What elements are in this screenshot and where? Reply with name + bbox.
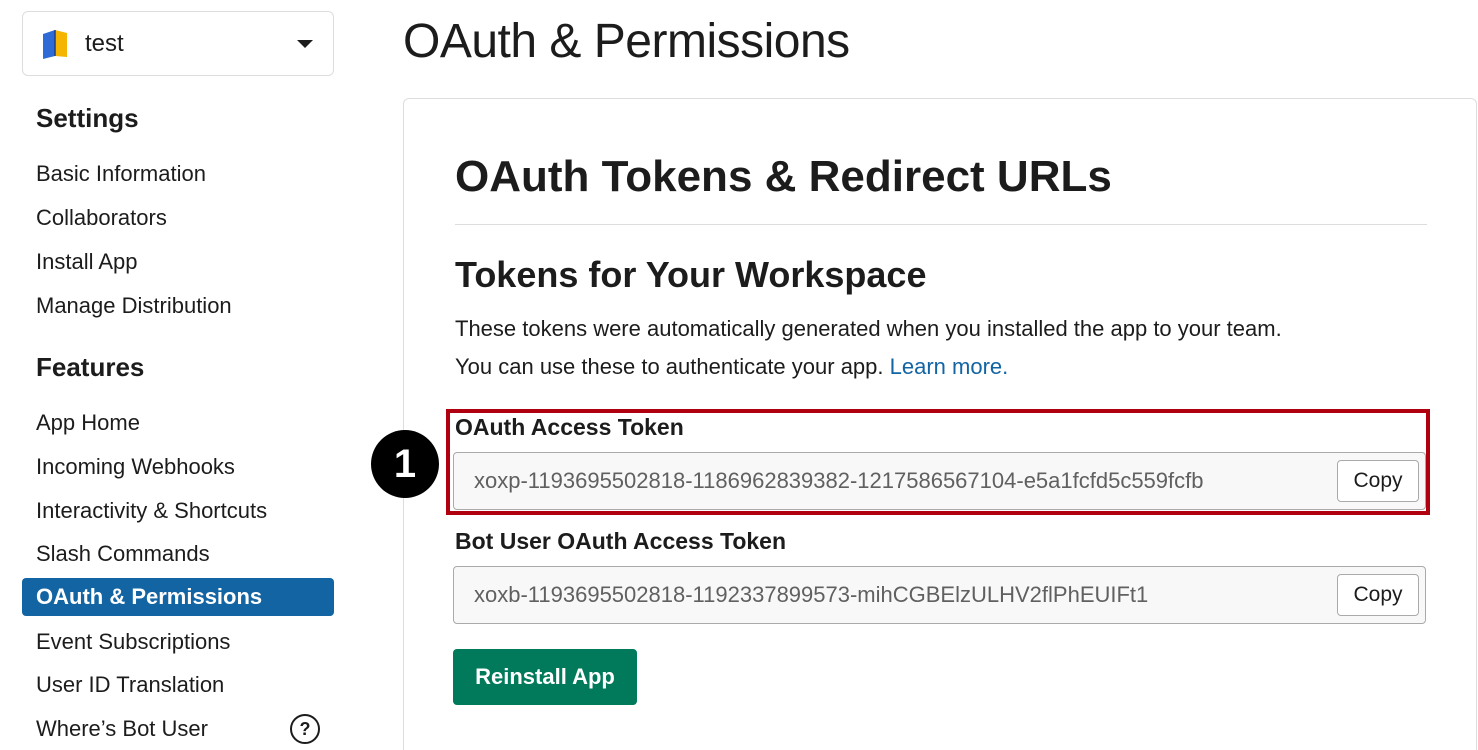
sidebar-item-incoming-webhooks[interactable]: Incoming Webhooks (22, 448, 334, 486)
features-heading: Features (36, 352, 145, 382)
sidebar-item-user-id-translation[interactable]: User ID Translation (22, 666, 334, 704)
settings-heading: Settings (36, 103, 139, 133)
sidebar-item-app-home[interactable]: App Home (22, 404, 334, 442)
sidebar-item-basic-information[interactable]: Basic Information (22, 155, 334, 193)
book-app-icon (43, 29, 67, 59)
bot-token-label: Bot User OAuth Access Token (455, 528, 787, 554)
bot-token-value[interactable]: xoxb-1193695502818-1192337899573-mihCGBE… (474, 567, 1338, 623)
sidebar-item-event-subscriptions[interactable]: Event Subscriptions (22, 623, 334, 661)
page-title: OAuth & Permissions (403, 15, 850, 68)
learn-more-link[interactable]: Learn more. (890, 354, 1009, 379)
sidebar-item-interactivity-shortcuts[interactable]: Interactivity & Shortcuts (22, 492, 334, 530)
copy-bot-token-button[interactable]: Copy (1337, 574, 1419, 616)
sidebar-item-slash-commands[interactable]: Slash Commands (22, 535, 334, 573)
section-title: OAuth Tokens & Redirect URLs (455, 152, 1112, 201)
tokens-subtitle: Tokens for Your Workspace (455, 254, 927, 295)
app-switcher[interactable]: test (22, 11, 334, 76)
oauth-token-field[interactable]: xoxp-1193695502818-1186962839382-1217586… (453, 452, 1426, 510)
description-line-1: These tokens were automatically generate… (455, 316, 1282, 341)
description-line-2: You can use these to authenticate your a… (455, 354, 884, 379)
bot-token-field[interactable]: xoxb-1193695502818-1192337899573-mihCGBE… (453, 566, 1426, 624)
question-circle-icon[interactable]: ? (290, 714, 320, 744)
tokens-description: These tokens were automatically generate… (455, 310, 1435, 386)
app-name: test (85, 29, 124, 57)
reinstall-app-button[interactable]: Reinstall App (453, 649, 637, 705)
oauth-token-value[interactable]: xoxp-1193695502818-1186962839382-1217586… (474, 453, 1338, 509)
sidebar-item-oauth-permissions[interactable]: OAuth & Permissions (22, 578, 334, 616)
divider (455, 224, 1427, 225)
chevron-down-icon[interactable] (297, 39, 313, 48)
sidebar-item-install-app[interactable]: Install App (22, 243, 334, 281)
copy-oauth-token-button[interactable]: Copy (1337, 460, 1419, 502)
sidebar-item-manage-distribution[interactable]: Manage Distribution (22, 287, 334, 325)
sidebar-item-wheres-bot-user[interactable]: Where’s Bot User (22, 710, 334, 748)
step-badge: 1 (371, 430, 439, 498)
sidebar-item-collaborators[interactable]: Collaborators (22, 199, 334, 237)
oauth-token-label: OAuth Access Token (455, 414, 684, 440)
